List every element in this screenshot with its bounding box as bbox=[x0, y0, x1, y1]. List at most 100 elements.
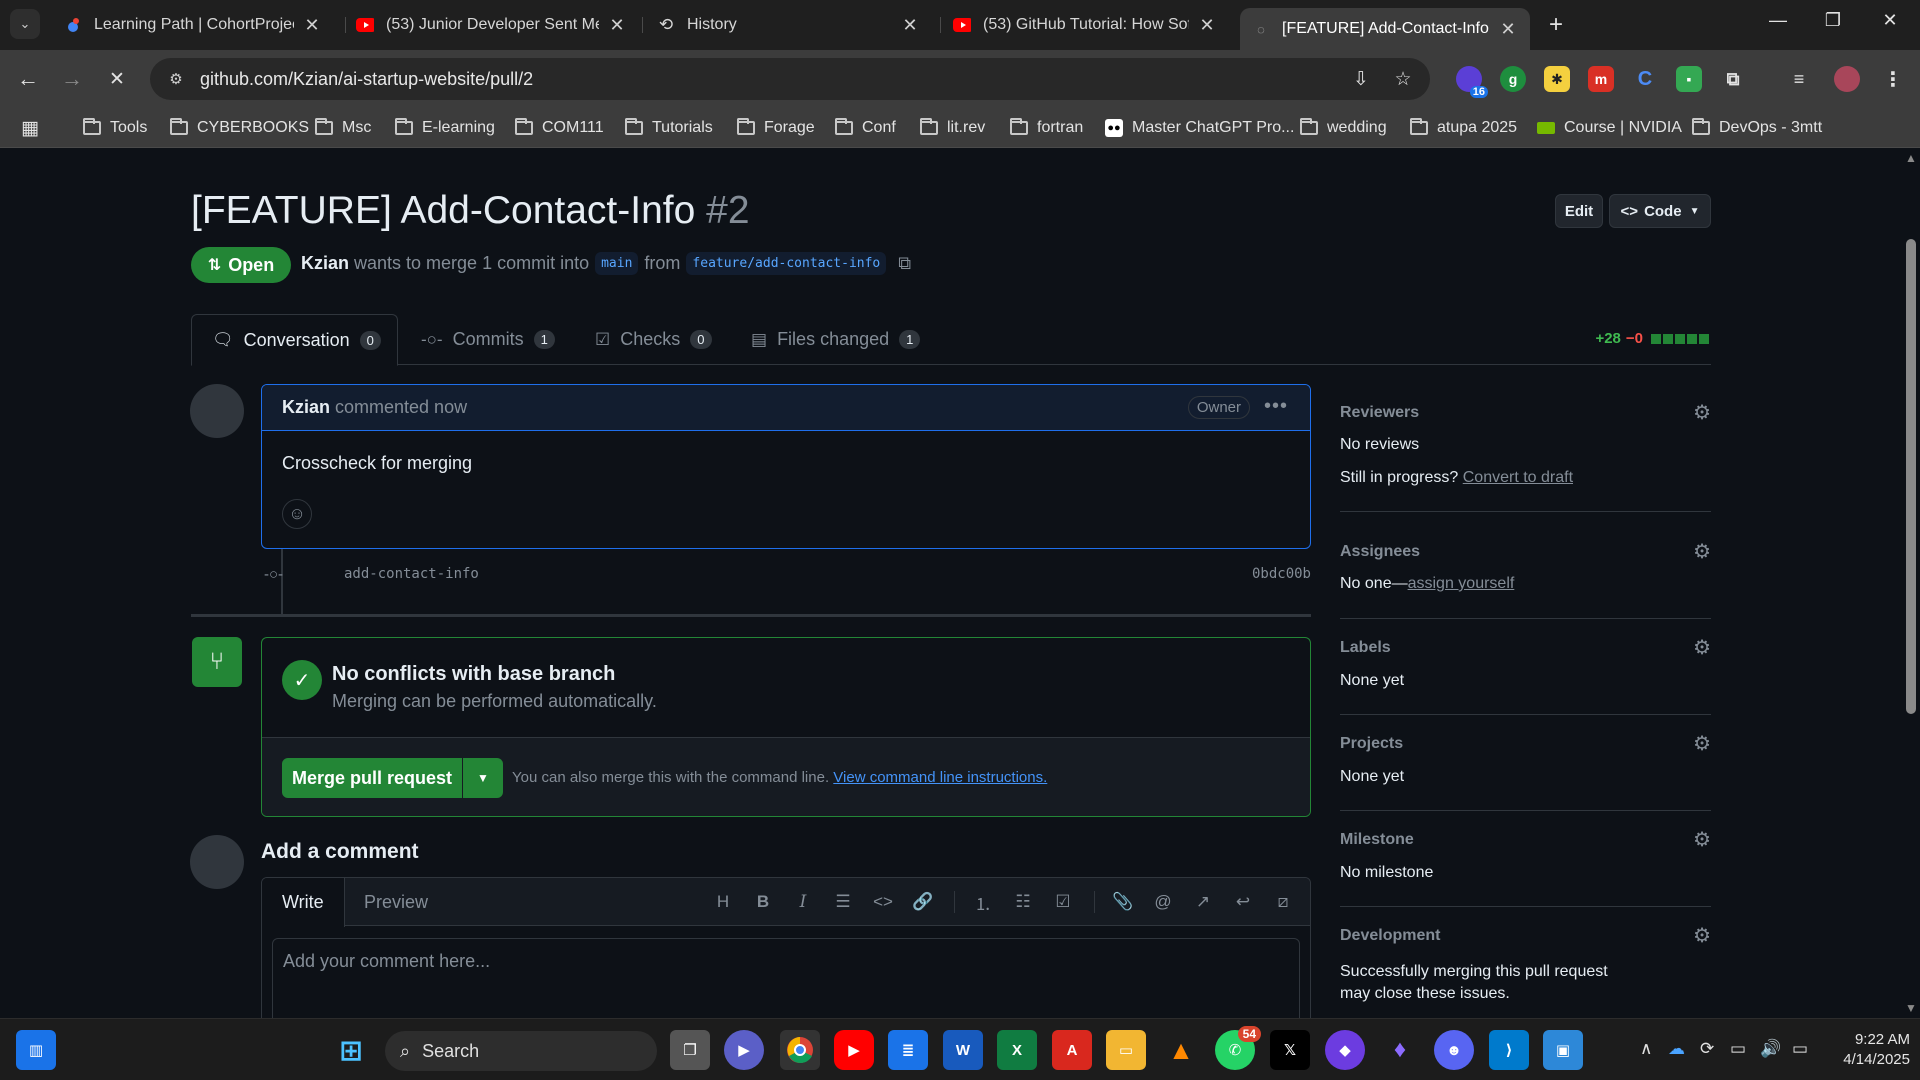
comment-textarea[interactable]: Add your comment here... bbox=[272, 938, 1300, 1018]
bookmark-folder-cyberbooks[interactable]: CYBERBOOKS bbox=[170, 116, 309, 140]
grammar-extension-icon[interactable]: g bbox=[1500, 66, 1526, 92]
youtube-icon[interactable]: ▶ bbox=[834, 1030, 874, 1070]
forward-arrow-icon[interactable]: → bbox=[56, 63, 88, 95]
chrome-menu-icon[interactable]: ⋮ bbox=[1880, 66, 1906, 92]
close-tab-icon[interactable]: ✕ bbox=[900, 15, 920, 36]
commit-sha-link[interactable]: 0bdc00b bbox=[1252, 566, 1311, 582]
command-line-instructions-link[interactable]: View command line instructions. bbox=[833, 769, 1047, 786]
close-tab-icon[interactable]: ✕ bbox=[1498, 19, 1518, 40]
bookmark-folder-forage[interactable]: Forage bbox=[737, 116, 815, 140]
install-app-icon[interactable]: ⇩ bbox=[1348, 68, 1374, 91]
code-dropdown-button[interactable]: <> Code ▼ bbox=[1609, 194, 1711, 228]
discord-icon[interactable]: ☻ bbox=[1434, 1030, 1474, 1070]
scroll-up-icon[interactable]: ▲ bbox=[1905, 151, 1917, 165]
convert-to-draft-link[interactable]: Convert to draft bbox=[1463, 469, 1573, 486]
gear-icon[interactable]: ⚙ bbox=[1693, 635, 1711, 660]
assign-yourself-link[interactable]: assign yourself bbox=[1408, 575, 1515, 592]
c-extension-icon[interactable]: C bbox=[1632, 66, 1658, 92]
site-info-icon[interactable]: ⚙ bbox=[166, 69, 186, 89]
app-flame-icon[interactable]: ♦ bbox=[1380, 1030, 1420, 1070]
bookmark-folder-com111[interactable]: COM111 bbox=[515, 116, 604, 140]
italic-icon[interactable]: I bbox=[790, 890, 816, 914]
stop-loading-icon[interactable]: ✕ bbox=[101, 63, 133, 95]
minimize-button[interactable]: — bbox=[1758, 10, 1798, 31]
task-view-icon[interactable]: ❐ bbox=[670, 1030, 710, 1070]
pr-author-link[interactable]: Kzian bbox=[301, 253, 349, 274]
bookmark-folder-wedding[interactable]: wedding bbox=[1300, 116, 1387, 140]
tab-conversation[interactable]: 🗨 Conversation 0 bbox=[191, 314, 398, 366]
page-scrollbar[interactable]: ▲ ▼ bbox=[1902, 149, 1920, 1018]
bookmark-nvidia-course[interactable]: Course | NVIDIA bbox=[1537, 116, 1682, 140]
cross-reference-icon[interactable]: ↗ bbox=[1190, 890, 1216, 914]
browser-tab-active-pr[interactable]: ◌ [FEATURE] Add-Contact-Info by ✕ bbox=[1240, 8, 1530, 50]
chrome-icon[interactable] bbox=[780, 1030, 820, 1070]
sync-icon[interactable]: ⟳ bbox=[1700, 1039, 1714, 1059]
vscode-icon[interactable]: ⟩ bbox=[1489, 1030, 1529, 1070]
tab-checks[interactable]: ☑ Checks 0 bbox=[575, 314, 732, 365]
copy-branch-icon[interactable]: ⧉ bbox=[898, 253, 911, 274]
system-clock[interactable]: 9:22 AM 4/14/2025 bbox=[1830, 1030, 1910, 1070]
restore-button[interactable]: ❐ bbox=[1813, 10, 1853, 31]
link-icon[interactable]: 🔗 bbox=[910, 890, 936, 914]
bookmark-folder-tools[interactable]: Tools bbox=[83, 116, 147, 140]
whatsapp-icon[interactable]: ✆ 54 bbox=[1215, 1026, 1261, 1070]
taskbar-search[interactable]: ⌕ Search bbox=[385, 1031, 657, 1071]
code-icon[interactable]: <> bbox=[870, 890, 896, 914]
bookmark-folder-msc[interactable]: Msc bbox=[315, 116, 371, 140]
gear-icon[interactable]: ⚙ bbox=[1693, 731, 1711, 756]
head-branch-label[interactable]: feature/add-contact-info bbox=[686, 252, 887, 275]
widgets-icon[interactable]: ▥ bbox=[16, 1030, 56, 1070]
x-twitter-icon[interactable]: 𝕏 bbox=[1270, 1030, 1310, 1070]
browser-tab-learning-path[interactable]: Learning Path | CohortProject | I ✕ bbox=[52, 8, 334, 42]
bookmark-folder-elearning[interactable]: E-learning bbox=[395, 116, 495, 140]
tab-preview[interactable]: Preview bbox=[344, 878, 448, 927]
gear-icon[interactable]: ⚙ bbox=[1693, 539, 1711, 564]
notepad-icon[interactable]: ≣ bbox=[888, 1030, 928, 1070]
green-extension-icon[interactable]: ▪ bbox=[1676, 66, 1702, 92]
bookmark-folder-litrev[interactable]: lit.rev bbox=[920, 116, 985, 140]
close-window-button[interactable]: ✕ bbox=[1870, 10, 1910, 31]
merge-pull-request-button[interactable]: Merge pull request bbox=[282, 758, 462, 798]
yellow-extension-icon[interactable]: ✱ bbox=[1544, 66, 1570, 92]
bold-icon[interactable]: B bbox=[750, 890, 776, 914]
close-tab-icon[interactable]: ✕ bbox=[302, 15, 322, 36]
commit-message-link[interactable]: add-contact-info bbox=[344, 566, 479, 582]
scroll-down-icon[interactable]: ▼ bbox=[1905, 1001, 1917, 1015]
bookmark-folder-fortran[interactable]: fortran bbox=[1010, 116, 1083, 140]
saved-replies-icon[interactable]: ↩ bbox=[1230, 890, 1256, 914]
bookmark-star-icon[interactable]: ☆ bbox=[1390, 68, 1416, 91]
ordered-list-icon[interactable]: ⒈ bbox=[970, 890, 996, 914]
add-reaction-icon[interactable]: ☺ bbox=[282, 499, 312, 529]
volume-icon[interactable]: 🔊 bbox=[1760, 1039, 1781, 1059]
tab-files-changed[interactable]: ▤ Files changed 1 bbox=[731, 314, 940, 365]
apps-grid-icon[interactable]: ▦ bbox=[21, 116, 39, 140]
acrobat-icon[interactable]: A bbox=[1052, 1030, 1092, 1070]
unordered-list-icon[interactable]: ☷ bbox=[1010, 890, 1036, 914]
red-extension-icon[interactable]: m bbox=[1588, 66, 1614, 92]
onedrive-icon[interactable]: ☁ bbox=[1668, 1039, 1685, 1059]
word-icon[interactable]: W bbox=[943, 1030, 983, 1070]
slash-commands-icon[interactable]: ⧄ bbox=[1270, 890, 1296, 914]
gear-icon[interactable]: ⚙ bbox=[1693, 400, 1711, 425]
network-icon[interactable]: ▭ bbox=[1730, 1039, 1746, 1059]
bookmark-folder-devops[interactable]: DevOps - 3mtt bbox=[1692, 116, 1822, 140]
heading-icon[interactable]: H bbox=[710, 890, 736, 914]
task-list-icon[interactable]: ☑ bbox=[1050, 890, 1076, 914]
bookmark-folder-atupa[interactable]: atupa 2025 bbox=[1410, 116, 1517, 140]
edit-title-button[interactable]: Edit bbox=[1555, 194, 1603, 228]
merge-method-dropdown-icon[interactable]: ▼ bbox=[463, 758, 503, 798]
profile-avatar[interactable] bbox=[1834, 66, 1860, 92]
excel-icon[interactable]: X bbox=[997, 1030, 1037, 1070]
gear-icon[interactable]: ⚙ bbox=[1693, 827, 1711, 852]
copilot-icon[interactable]: ◆ bbox=[1325, 1030, 1365, 1070]
media-control-icon[interactable]: ≡ bbox=[1786, 66, 1812, 92]
back-arrow-icon[interactable]: ← bbox=[12, 63, 44, 95]
comment-author-link[interactable]: Kzian bbox=[282, 397, 330, 418]
bookmark-folder-conf[interactable]: Conf bbox=[835, 116, 896, 140]
url-text[interactable]: github.com/Kzian/ai-startup-website/pull… bbox=[200, 69, 533, 90]
address-bar[interactable]: ⚙ github.com/Kzian/ai-startup-website/pu… bbox=[150, 58, 1430, 100]
battery-icon[interactable]: ▭ bbox=[1792, 1039, 1808, 1059]
bookmark-folder-tutorials[interactable]: Tutorials bbox=[625, 116, 713, 140]
vlc-icon[interactable]: ▲ bbox=[1161, 1030, 1201, 1070]
gear-icon[interactable]: ⚙ bbox=[1693, 923, 1711, 948]
